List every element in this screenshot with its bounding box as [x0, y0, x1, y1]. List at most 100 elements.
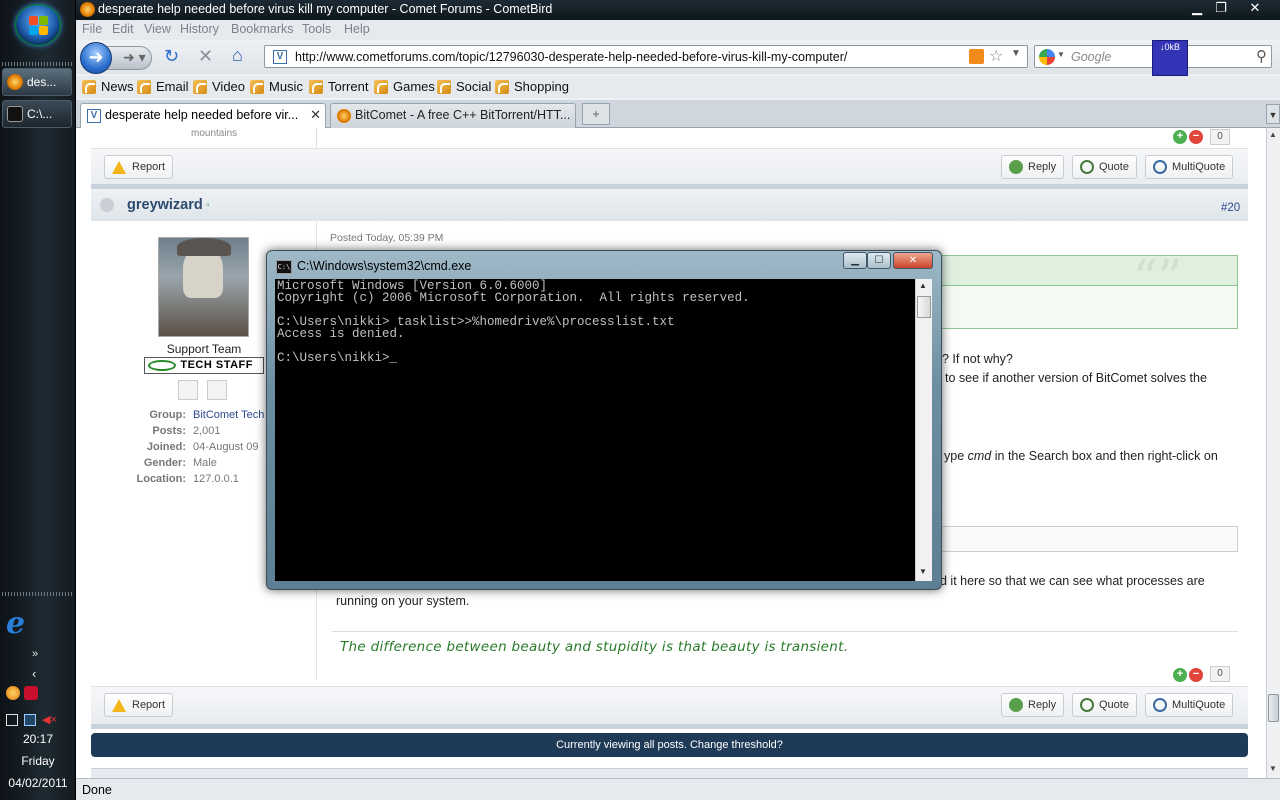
vote-down-icon[interactable]: −	[1189, 130, 1203, 144]
bookmark-shopping[interactable]: Shopping	[495, 79, 569, 94]
search-icon[interactable]: ⚲	[1256, 47, 1267, 65]
close-tab-icon[interactable]: ✕	[310, 107, 321, 123]
clock-time[interactable]: 20:17	[0, 732, 76, 746]
window-titlebar[interactable]: desperate help needed before virus kill …	[76, 0, 1280, 20]
field-value: 2,001	[193, 425, 221, 437]
internet-explorer-icon[interactable]: e	[6, 606, 38, 641]
forward-button[interactable]: ➜ ▾	[106, 46, 152, 70]
chevron-double-down-icon[interactable]: »	[32, 648, 38, 660]
menu-edit[interactable]: Edit	[112, 22, 134, 36]
bookmark-games[interactable]: Games	[374, 79, 435, 94]
threshold-bar[interactable]: Currently viewing all posts. Change thre…	[91, 733, 1248, 757]
reply-button[interactable]: Reply	[1001, 155, 1065, 179]
page-scrollbar[interactable]: ▲ ▼	[1266, 128, 1280, 778]
scroll-up-icon[interactable]: ▲	[1269, 130, 1277, 139]
status-text: Done	[82, 783, 112, 797]
avatar[interactable]	[158, 237, 249, 337]
clock-day[interactable]: Friday	[0, 754, 76, 768]
cmd-close-button[interactable]: ✕	[893, 252, 933, 269]
badge-label: TECH STAFF	[180, 359, 253, 371]
list-all-tabs-button[interactable]: ▼	[1266, 104, 1280, 124]
scrollbar-thumb[interactable]	[1268, 694, 1279, 722]
chevron-down-icon[interactable]: ▼	[1057, 50, 1065, 59]
vote-up-icon[interactable]: +	[1173, 130, 1187, 144]
post-author[interactable]: greywizard	[127, 197, 203, 213]
quote-button[interactable]: Quote	[1072, 693, 1137, 717]
console-scrollbar[interactable]: ▲ ▼	[915, 279, 932, 581]
taskbar-grip[interactable]	[2, 62, 72, 66]
chevron-down-icon[interactable]: ▼	[1011, 48, 1021, 59]
tab-label: desperate help needed before vir...	[105, 108, 299, 122]
scroll-up-icon[interactable]: ▲	[919, 281, 927, 290]
signature-divider	[332, 631, 1238, 632]
taskbar-grip[interactable]	[2, 592, 72, 596]
clock-date[interactable]: 04/02/2011	[0, 776, 76, 790]
reply-button[interactable]: Reply	[1001, 693, 1065, 717]
taskbar-button-browser[interactable]: des...	[2, 68, 72, 96]
bookmark-social[interactable]: Social	[437, 79, 491, 94]
console-output[interactable]: Microsoft Windows [Version 6.0.6000] Copy…	[275, 279, 915, 581]
maximize-button[interactable]: ❐	[1210, 0, 1232, 18]
bookmark-music[interactable]: Music	[250, 79, 303, 94]
field-value-group[interactable]: BitComet Tech	[193, 409, 264, 421]
address-bar-url[interactable]: http://www.cometforums.com/topic/1279603…	[295, 50, 847, 64]
cmd-window[interactable]: C:\ C:\Windows\system32\cmd.exe ▁ ☐ ✕ Mi…	[266, 250, 942, 590]
bookmarks-toolbar: News Email Video Music Torrent Games Soc…	[76, 76, 1280, 98]
chevron-left-icon[interactable]: ‹	[32, 666, 36, 681]
report-button[interactable]: Report	[104, 693, 174, 717]
bookmark-torrent[interactable]: Torrent	[309, 79, 368, 94]
signature: The difference between beauty and stupid…	[340, 639, 849, 655]
bookmark-news[interactable]: News	[82, 79, 134, 94]
menu-help[interactable]: Help	[344, 22, 370, 36]
back-button[interactable]: ➜	[80, 42, 112, 74]
reload-icon[interactable]: ↻	[164, 46, 179, 67]
view-profile-icon[interactable]	[178, 380, 198, 400]
address-bar[interactable]: V http://www.cometforums.com/topic/12796…	[264, 45, 1028, 68]
google-search-engine-icon[interactable]	[1039, 49, 1055, 65]
volume-muted-icon[interactable]: ◀×	[42, 713, 57, 726]
post-number[interactable]: #20	[1221, 202, 1240, 214]
quote-icon	[1080, 698, 1094, 712]
tab-forum[interactable]: V desperate help needed before vir... ✕	[80, 103, 326, 128]
search-input-placeholder[interactable]: Google	[1071, 50, 1111, 64]
scroll-down-icon[interactable]: ▼	[919, 567, 927, 576]
taskbar-button-cmd[interactable]: C:\...	[2, 100, 72, 128]
bitcomet-tray-icon[interactable]	[6, 686, 20, 700]
send-message-icon[interactable]	[207, 380, 227, 400]
new-tab-button[interactable]: +	[582, 103, 610, 125]
antivirus-tray-icon[interactable]	[24, 686, 38, 700]
field-value: 127.0.0.1	[193, 473, 239, 485]
vote-down-icon[interactable]: −	[1189, 668, 1203, 682]
scrollbar-thumb[interactable]	[917, 296, 931, 318]
field-value: 04-August 09	[193, 441, 259, 453]
cmd-maximize-button[interactable]: ☐	[867, 252, 891, 269]
prev-post-location: mountains	[191, 128, 238, 139]
quote-button[interactable]: Quote	[1072, 155, 1137, 179]
rss-feed-icon[interactable]	[969, 49, 984, 64]
menu-file[interactable]: File	[82, 22, 102, 36]
menu-view[interactable]: View	[144, 22, 171, 36]
network-tray-icon[interactable]	[24, 714, 36, 726]
menu-tools[interactable]: Tools	[302, 22, 331, 36]
bookmark-email[interactable]: Email	[137, 79, 189, 94]
cmd-minimize-button[interactable]: ▁	[843, 252, 867, 269]
report-button[interactable]: Report	[104, 155, 174, 179]
multiquote-button[interactable]: MultiQuote	[1145, 693, 1234, 717]
bookmark-video[interactable]: Video	[193, 79, 245, 94]
tab-bar: V desperate help needed before vir... ✕ …	[76, 100, 1280, 128]
scroll-down-icon[interactable]: ▼	[1269, 764, 1277, 773]
stop-icon[interactable]: ✕	[198, 46, 213, 67]
profile-card-icon[interactable]: ▫	[206, 200, 210, 211]
home-icon[interactable]: ⌂	[232, 45, 243, 66]
menu-bookmarks[interactable]: Bookmarks	[231, 22, 294, 36]
tab-bitcomet[interactable]: BitComet - A free C++ BitTorrent/HTT...	[330, 103, 576, 128]
close-button[interactable]: ✕	[1244, 0, 1266, 18]
menu-history[interactable]: History	[180, 22, 219, 36]
multiquote-button[interactable]: MultiQuote	[1145, 155, 1234, 179]
reply-icon	[1009, 160, 1023, 174]
bookmark-star-icon[interactable]: ☆	[989, 46, 1003, 66]
start-button[interactable]	[15, 4, 61, 46]
minimize-button[interactable]: ▁	[1186, 0, 1208, 18]
safely-remove-tray-icon[interactable]	[6, 714, 18, 726]
vote-up-icon[interactable]: +	[1173, 668, 1187, 682]
